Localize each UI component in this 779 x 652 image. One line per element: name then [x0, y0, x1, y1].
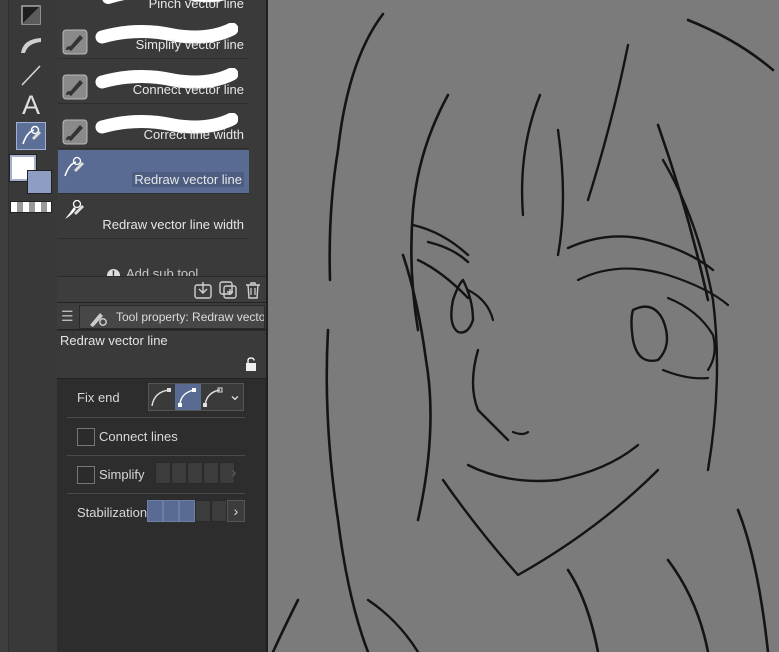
simplify-level-segment[interactable] — [171, 462, 187, 484]
add-icon: ! — [107, 269, 120, 276]
simplify-level-segment[interactable] — [203, 462, 219, 484]
subtool-actions-bar — [57, 276, 266, 302]
connect-lines-row: Connect lines — [67, 419, 245, 456]
subtool-label: Redraw vector line width — [102, 217, 244, 232]
sub-color-swatch[interactable] — [27, 170, 52, 194]
stabilization-level-segment[interactable] — [147, 500, 163, 522]
text-tool-glyph: A — [21, 89, 40, 120]
simplify-checkbox[interactable] — [77, 466, 95, 484]
trash-icon[interactable] — [243, 280, 263, 300]
transparent-color-swatch[interactable] — [10, 201, 52, 213]
fix-end-row: Fix end ⌄ — [67, 380, 245, 418]
simplify-level-segment[interactable] — [155, 462, 171, 484]
brush-icon — [62, 74, 88, 100]
subtool-label: Connect vector line — [132, 82, 244, 97]
straight-line-icon[interactable] — [13, 60, 49, 90]
tool-property-panel: ☰ Tool property: Redraw vecto Redraw vec… — [57, 302, 266, 652]
lock-icon[interactable] — [244, 357, 258, 371]
subtool-label: Correct line width — [143, 127, 244, 142]
chevron-right-icon[interactable]: › — [227, 500, 245, 522]
simplify-row: Simplify › — [67, 457, 245, 494]
subtool-redraw-vector-line[interactable]: Redraw vector line — [58, 150, 249, 194]
fix-end-start-icon[interactable] — [201, 384, 227, 410]
connect-lines-checkbox[interactable] — [77, 428, 95, 446]
panel-menu-icon[interactable]: ☰ — [61, 308, 75, 325]
sketch-artwork — [271, 12, 775, 652]
add-sub-tool-button[interactable]: ! Add sub tool — [107, 266, 198, 276]
tool-property-title: Tool property: Redraw vecto — [116, 310, 264, 324]
brush-icon — [62, 29, 88, 55]
fix-end-both-icon[interactable] — [175, 384, 201, 410]
add-sub-tool-label: Add sub tool — [126, 266, 199, 276]
import-icon[interactable] — [193, 280, 213, 300]
subtool-label: Simplify vector line — [135, 37, 244, 52]
stabilization-label: Stabilization — [77, 505, 148, 520]
tool-strip: A — [0, 0, 57, 652]
stabilization-level-segment[interactable] — [163, 500, 179, 522]
redraw-line-tool-icon[interactable] — [16, 122, 46, 150]
tool-property-tool-box: Redraw vector line — [57, 331, 266, 379]
subtool-label: Pinch vector line — [148, 0, 244, 11]
simplify-level-segment[interactable] — [187, 462, 203, 484]
curve-ruler-icon[interactable] — [13, 30, 49, 60]
fill-square-icon[interactable] — [13, 0, 49, 30]
stabilization-level-segment[interactable] — [179, 500, 195, 522]
tool-property-tab[interactable]: Tool property: Redraw vecto — [79, 305, 265, 329]
stabilization-level-segment[interactable] — [195, 500, 211, 522]
subtool-redraw-vector-line-width[interactable]: Redraw vector line width — [58, 195, 249, 239]
tool-property-icon — [88, 309, 108, 330]
subtool-simplify-vector-line[interactable]: Simplify vector line — [58, 15, 249, 59]
fix-end-label: Fix end — [77, 390, 120, 405]
chevron-right-icon[interactable]: › — [227, 462, 241, 484]
brush-icon — [62, 119, 88, 145]
tool-strip-edge — [0, 0, 9, 652]
stabilization-level-segment[interactable] — [211, 500, 227, 522]
drawing-canvas[interactable] — [268, 0, 779, 652]
fix-end-selector[interactable]: ⌄ — [148, 383, 244, 411]
subtool-label: Redraw vector line — [132, 172, 244, 187]
text-tool-icon[interactable]: A — [13, 90, 49, 120]
chevron-down-icon[interactable]: ⌄ — [227, 384, 243, 410]
subtool-correct-line-width[interactable]: Correct line width — [58, 105, 249, 149]
connect-lines-label: Connect lines — [99, 429, 178, 444]
redraw-brush-icon — [62, 154, 88, 180]
tool-property-header: ☰ Tool property: Redraw vecto — [57, 302, 266, 330]
simplify-label: Simplify — [99, 467, 145, 482]
tool-name: Redraw vector line — [60, 333, 168, 348]
sub-tool-panel: Pinch vector line Simplify vector line C… — [57, 0, 266, 276]
duplicate-icon[interactable] — [218, 280, 238, 300]
stabilization-row: Stabilization › — [67, 495, 245, 532]
redraw-width-icon — [62, 197, 88, 223]
fix-end-none-icon[interactable] — [149, 384, 175, 410]
subtool-connect-vector-line[interactable]: Connect vector line — [58, 60, 249, 104]
